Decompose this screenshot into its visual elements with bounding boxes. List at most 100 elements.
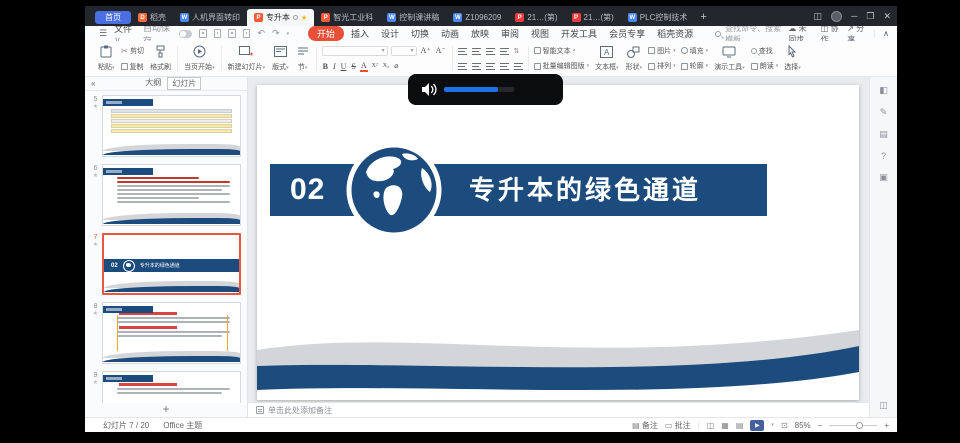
comments-toggle-button[interactable]: ▭ 批注 [665,420,691,431]
slide-layout-button[interactable]: 版式▾ [271,43,290,74]
ribbon-tab[interactable]: 动画 [436,26,464,41]
restore-button[interactable]: ❐ [866,11,874,22]
slide-thumbnail-6[interactable]: 6★ [89,164,241,226]
arrange-button[interactable]: 排列▾ [648,61,676,71]
add-slide-button[interactable]: + [85,403,247,417]
favorite-star-icon[interactable]: ★ [301,14,307,22]
close-button[interactable]: ✕ [883,11,891,22]
reading-view-icon[interactable]: ▤ [736,421,744,430]
resource-icon[interactable]: ▤ [879,129,888,140]
zoom-in-button[interactable]: + [884,421,889,430]
slide-thumbnail-8[interactable]: 8★ [89,302,241,364]
document-tab[interactable]: P 专升本 ★ [247,9,314,26]
notes-bar[interactable]: 单击此处添加备注 [248,402,869,417]
outline-tab[interactable]: 大纲 [145,77,161,90]
decrease-indent-icon[interactable] [486,48,495,55]
new-tab-button[interactable]: + [700,11,706,23]
ribbon-tab[interactable]: 放映 [466,26,494,41]
font-size-select[interactable]: ▾ [391,46,417,56]
grow-font-button[interactable]: A⁺ [420,46,432,55]
layout-switch-icon[interactable]: ◫ [813,11,822,22]
zoom-slider[interactable] [829,425,877,426]
numbered-list-icon[interactable] [472,48,481,55]
help-icon[interactable]: ? [881,151,886,161]
new-slide-button[interactable]: 新建幻灯片▾ [227,43,267,74]
collapse-ribbon-button[interactable]: ∧ [883,29,889,38]
fit-slide-icon[interactable]: ⊡ [781,421,788,430]
ribbon-tab[interactable]: 插入 [346,26,374,41]
toolbox-icon[interactable]: ▣ [879,172,888,183]
hamburger-menu-icon[interactable]: ☰ [99,28,107,39]
output-icon[interactable] [243,29,251,38]
shape-button[interactable]: 形状▾ [625,43,644,74]
document-tab[interactable]: W 控制课讲稿 [380,9,446,26]
section-number[interactable]: 02 [290,164,325,216]
strikethrough-button[interactable]: S [350,62,356,71]
autosave-toggle[interactable] [179,30,192,38]
increase-indent-icon[interactable] [500,48,509,55]
redo-icon[interactable]: ↷ [272,28,280,39]
slide-thumbnail-7-selected[interactable]: 7★ 02 专升本的绿色通道 [89,233,241,295]
notes-toggle-button[interactable]: ▤ 备注 [632,420,658,431]
text-box-button[interactable]: A 文本框▾ [594,43,620,74]
minimize-button[interactable]: ─ [851,11,857,21]
bullet-list-icon[interactable] [458,48,467,55]
document-tab[interactable]: P 21…(第) [508,9,564,26]
align-center-icon[interactable] [472,63,481,70]
insert-image-button[interactable]: 图片▾ [648,46,676,56]
play-options-caret-icon[interactable]: ▾ [771,422,774,428]
cut-button[interactable]: ✂剪切 [121,46,145,57]
shrink-font-button[interactable]: A⁻ [435,46,447,55]
line-spacing-icon[interactable]: ⇅ [514,47,520,55]
zoom-slider-thumb[interactable] [856,422,863,429]
open-folder-icon[interactable] [199,29,207,38]
italic-button[interactable]: I [332,62,337,71]
fill-button[interactable]: 填充▾ [681,46,709,56]
justify-icon[interactable] [500,63,509,70]
document-tab[interactable]: 首页 [95,11,131,24]
superscript-button[interactable]: X² [371,63,379,69]
slide-7[interactable]: 02 专升本的绿色通道 [257,85,859,400]
present-tools-button[interactable]: 演示工具▾ [713,43,746,74]
account-avatar[interactable] [831,11,842,22]
save-icon[interactable] [214,29,222,38]
slide-canvas[interactable]: 02 专升本的绿色通道 单击此处添加备注 [248,77,869,417]
quickbar-caret-icon[interactable]: ▾ [287,31,290,37]
ribbon-tab[interactable]: 审阅 [496,26,524,41]
subscript-button[interactable]: X₂ [382,63,390,69]
ribbon-tab[interactable]: 会员专享 [604,26,650,41]
slide-title[interactable]: 专升本的绿色通道 [469,164,701,216]
section-button[interactable]: 节▾ [295,43,311,74]
find-button[interactable]: 查找 [751,46,779,56]
ribbon-tab[interactable]: 开始 [308,26,344,41]
slideshow-play-button[interactable]: ▶ [750,420,764,431]
slide-thumbnail-5[interactable]: 5★ [89,95,241,157]
beautify-icon[interactable]: ✎ [880,107,888,118]
paste-button[interactable]: 粘贴▾ [97,43,116,74]
ribbon-tab[interactable]: 稻壳资源 [652,26,698,41]
ribbon-tab[interactable]: 设计 [376,26,404,41]
distribute-icon[interactable] [514,63,523,70]
undo-icon[interactable]: ↶ [257,28,265,39]
document-tab[interactable]: D 稻壳 [131,9,173,26]
theme-name[interactable]: Office 主题 [163,420,202,431]
align-left-icon[interactable] [458,63,467,70]
slide-thumbnail-9[interactable]: 9★ [89,371,241,403]
font-family-select[interactable]: ▾ [322,46,388,56]
document-tab[interactable]: W PLC控制技术 [621,9,695,26]
document-tab[interactable]: P 21…(第) [565,9,621,26]
format-painter-button[interactable]: 格式刷 [149,43,172,74]
select-button[interactable]: 选择▾ [783,43,802,74]
align-right-icon[interactable] [486,63,495,70]
zoom-out-button[interactable]: − [818,421,823,430]
slide-sorter-icon[interactable]: ▦ [721,421,729,430]
properties-icon[interactable]: ◧ [879,85,888,96]
outline-button[interactable]: 轮廓▾ [681,61,709,71]
ribbon-tab[interactable]: 切换 [406,26,434,41]
ribbon-tab[interactable]: 开发工具 [556,26,602,41]
underline-button[interactable]: U [340,62,348,71]
globe-icon[interactable] [344,140,444,240]
smart-text-button[interactable]: 智能文本▾ [534,46,590,56]
normal-view-icon[interactable]: ◫ [707,421,715,430]
clear-format-button[interactable]: ⌀ [393,62,399,70]
